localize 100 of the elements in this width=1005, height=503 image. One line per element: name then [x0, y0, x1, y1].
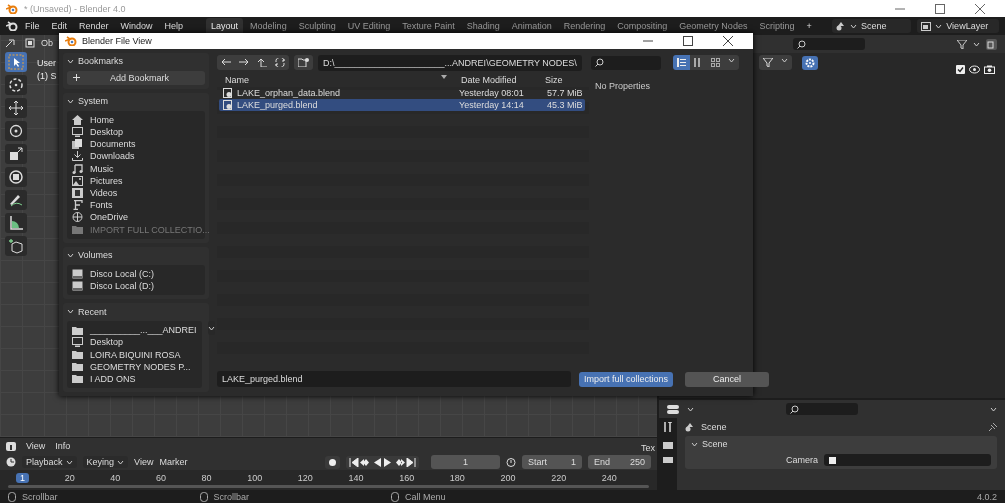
- menu-item[interactable]: File: [20, 19, 45, 33]
- filename-field[interactable]: LAKE_purged.blend: [217, 371, 571, 387]
- mode-label[interactable]: Ob: [41, 38, 53, 48]
- chevron-down-icon: [990, 406, 997, 412]
- column-header[interactable]: Name: [221, 74, 249, 85]
- menu-item[interactable]: Render: [74, 19, 114, 33]
- panel-title[interactable]: Scene: [702, 439, 728, 449]
- tool-button[interactable]: [5, 144, 27, 164]
- frame-number: 40: [110, 473, 121, 484]
- workspace-tab[interactable]: Rendering: [558, 18, 611, 34]
- tool-button[interactable]: [5, 52, 27, 72]
- workspace-tab[interactable]: Animation: [506, 18, 557, 34]
- camera-field[interactable]: [824, 454, 991, 466]
- import-button[interactable]: Import full collections: [579, 371, 674, 387]
- dropdown-menu[interactable]: Keying: [82, 456, 129, 469]
- file-date: Yesterday 14:14: [458, 99, 525, 110]
- version-label: 4.0.2: [976, 491, 997, 502]
- section-title[interactable]: System: [78, 96, 108, 107]
- location-item[interactable]: Pictures: [90, 175, 123, 186]
- tool-button[interactable]: [5, 121, 27, 141]
- section-title[interactable]: Volumes: [78, 250, 113, 261]
- properties-message: No Properties: [595, 80, 651, 91]
- search-field[interactable]: [786, 403, 858, 415]
- menu-item[interactable]: Marker: [159, 457, 188, 468]
- location-item[interactable]: Home: [90, 114, 114, 125]
- menu-item[interactable]: View: [26, 441, 46, 451]
- status-hint: Call Menu: [405, 491, 446, 502]
- end-frame-field[interactable]: End 250: [587, 455, 651, 470]
- timeline-scrollbar[interactable]: [8, 485, 649, 488]
- refresh-icon: [275, 58, 285, 68]
- add-workspace-button[interactable]: +: [801, 19, 817, 33]
- tool-button[interactable]: [5, 236, 27, 256]
- start-frame-field[interactable]: Start 1: [521, 455, 582, 470]
- tool-button[interactable]: [5, 213, 27, 233]
- menu-item[interactable]: View: [134, 457, 154, 468]
- arrow-left-icon: [221, 58, 231, 67]
- workspace-tab[interactable]: Scripting: [754, 18, 800, 34]
- editor-type-icon: [667, 404, 681, 414]
- workspace-tab[interactable]: Geometry Nodes: [674, 18, 753, 34]
- search-icon: [797, 39, 806, 49]
- menu-item[interactable]: Info: [55, 441, 71, 451]
- tool-button[interactable]: [5, 98, 27, 118]
- section-title[interactable]: Recent: [78, 306, 107, 317]
- workspace-tab[interactable]: Modeling: [245, 18, 292, 34]
- location-item[interactable]: Videos: [90, 188, 118, 199]
- location-item[interactable]: Documents: [90, 139, 136, 150]
- cancel-button[interactable]: Cancel: [685, 371, 770, 387]
- new-folder-icon: [298, 58, 309, 68]
- tool-button[interactable]: [5, 75, 27, 95]
- file-row[interactable]: LAKE_purged.blend Yesterday 14:14 45.3 MiB: [219, 98, 585, 111]
- view-layer-selector[interactable]: ViewLayer: [917, 19, 999, 33]
- column-header[interactable]: Size: [541, 74, 563, 85]
- search-field[interactable]: [793, 38, 865, 50]
- search-field[interactable]: [590, 55, 661, 70]
- filter-button[interactable]: [758, 55, 792, 71]
- scene-selector[interactable]: Scene: [832, 19, 912, 33]
- context-label: Scene: [701, 422, 727, 432]
- menu-item[interactable]: Help: [159, 19, 189, 33]
- workspace-tab[interactable]: Shading: [461, 18, 505, 34]
- tool-button[interactable]: [5, 190, 27, 210]
- workspace-tab[interactable]: Layout: [206, 18, 244, 34]
- location-item[interactable]: OneDrive: [90, 212, 128, 223]
- folder-icon: [72, 362, 83, 372]
- location-item[interactable]: Music: [90, 163, 114, 174]
- workspace-tab[interactable]: Sculpting: [293, 18, 341, 34]
- ruler-icon: [8, 215, 24, 231]
- file-row[interactable]: LAKE_orphan_data.blend Yesterday 08:01 57.7 MiB: [219, 86, 585, 99]
- frame-number: 100: [247, 473, 263, 484]
- menu-item[interactable]: Edit: [46, 19, 73, 33]
- close-icon: [723, 35, 733, 46]
- current-frame-field[interactable]: 1: [430, 455, 500, 470]
- window-title: * (Unsaved) - Blender 4.0: [24, 3, 126, 14]
- viewport-info-text: (1) S: [37, 71, 57, 81]
- location-item[interactable]: LOIRA BIQUINI ROSA: [90, 349, 181, 360]
- location-item[interactable]: GEOMETRY NODES P...: [90, 361, 191, 372]
- location-item[interactable]: Downloads: [90, 151, 135, 162]
- workspace-tab[interactable]: UV Editing: [342, 18, 396, 34]
- column-header[interactable]: Date Modified: [457, 74, 517, 85]
- tool-button[interactable]: [5, 167, 27, 187]
- view-mode-button[interactable]: [672, 55, 690, 71]
- location-item[interactable]: I ADD ONS: [90, 373, 136, 384]
- record-button[interactable]: [324, 455, 340, 469]
- location-item[interactable]: Fonts: [90, 200, 113, 211]
- location-item[interactable]: Desktop: [90, 337, 124, 348]
- workspace-tab[interactable]: Texture Paint: [397, 18, 460, 34]
- path-field[interactable]: D:\______________________...ANDREI\GEOMETRY NODES\: [318, 54, 582, 71]
- location-item[interactable]: Desktop: [90, 127, 124, 138]
- location-item[interactable]: __________...___ANDREI: [90, 325, 197, 336]
- section-title[interactable]: Bookmarks: [78, 56, 123, 67]
- new-folder-button[interactable]: [294, 55, 313, 71]
- add-bookmark-button[interactable]: Add Bookmark: [67, 70, 205, 85]
- dropdown-menu[interactable]: Playback: [22, 456, 77, 469]
- workspace-tab[interactable]: Compositing: [612, 18, 673, 34]
- record-dot-icon: [327, 457, 337, 467]
- chevron-down-icon: [67, 252, 74, 258]
- monitor-icon: [72, 127, 83, 138]
- location-item[interactable]: Disco Local (C:): [90, 268, 154, 279]
- menu-item[interactable]: Window: [115, 19, 158, 33]
- location-item[interactable]: Disco Local (D:): [90, 280, 154, 291]
- music-note-icon: [72, 163, 83, 174]
